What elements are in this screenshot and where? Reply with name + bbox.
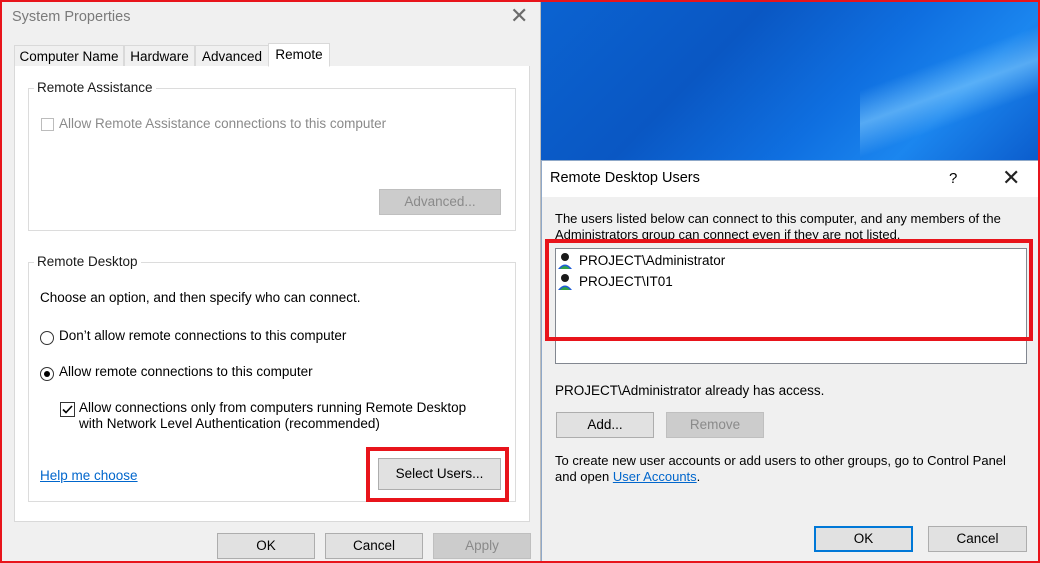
user-icon [558, 274, 572, 290]
tab-remote[interactable]: Remote [268, 43, 330, 67]
window-title: System Properties [12, 9, 131, 25]
close-icon[interactable]: ✕ [510, 5, 528, 27]
tab-advanced[interactable]: Advanced [195, 45, 269, 66]
allow-remote-label: Allow remote connections to this compute… [59, 364, 313, 379]
nla-label-line1: Allow connections only from computers ru… [79, 400, 467, 415]
nla-checkbox[interactable] [60, 402, 75, 417]
rdu-title: Remote Desktop Users [550, 170, 700, 186]
dont-allow-remote-radio[interactable] [40, 331, 54, 345]
tab-computer-name[interactable]: Computer Name [14, 45, 124, 66]
remote-assistance-legend: Remote Assistance [34, 80, 156, 95]
ok-button[interactable]: OK [217, 533, 315, 559]
rdu-cancel-button[interactable]: Cancel [928, 526, 1027, 552]
tab-hardware[interactable]: Hardware [124, 45, 195, 66]
advanced-button[interactable]: Advanced... [379, 189, 501, 215]
allow-remote-assistance-checkbox[interactable] [41, 118, 54, 131]
select-users-button[interactable]: Select Users... [378, 458, 501, 490]
rdu-description-line1: The users listed below can connect to th… [555, 211, 1001, 226]
user-name: PROJECT\IT01 [579, 274, 673, 289]
list-item[interactable]: PROJECT\Administrator [557, 252, 857, 270]
apply-button[interactable]: Apply [433, 533, 531, 559]
user-icon [558, 253, 572, 269]
system-properties-window: System Properties ✕ Computer Name Hardwa… [0, 0, 541, 563]
list-item[interactable]: PROJECT\IT01 [557, 273, 857, 291]
rdu-description-line2: Administrators group can connect even if… [555, 227, 901, 239]
allow-remote-radio[interactable] [40, 367, 54, 381]
wallpaper-light-streak [860, 0, 1040, 160]
dont-allow-remote-label: Don’t allow remote connections to this c… [59, 328, 347, 343]
footer-prefix: and open [555, 469, 613, 484]
rdu-ok-button[interactable]: OK [814, 526, 913, 552]
help-icon[interactable]: ? [949, 170, 957, 187]
remove-user-button[interactable]: Remove [666, 412, 764, 438]
remote-desktop-legend: Remote Desktop [34, 254, 141, 269]
footer-text-line1: To create new user accounts or add users… [555, 453, 1006, 468]
footer-text-line2: and open User Accounts. [555, 469, 700, 484]
nla-label-line2: with Network Level Authentication (recom… [79, 416, 380, 431]
rdu-close-icon[interactable]: ✕ [1002, 167, 1020, 189]
remote-desktop-instruction: Choose an option, and then specify who c… [40, 290, 361, 305]
allow-remote-assistance-label: Allow Remote Assistance connections to t… [59, 116, 387, 131]
footer-suffix: . [696, 469, 701, 484]
add-user-button[interactable]: Add... [556, 412, 654, 438]
cancel-button[interactable]: Cancel [325, 533, 423, 559]
help-me-choose-link[interactable]: Help me choose [40, 468, 138, 483]
user-name: PROJECT\Administrator [579, 253, 726, 268]
checkmark-icon [62, 405, 73, 414]
user-accounts-link[interactable]: User Accounts [613, 469, 697, 484]
access-note: PROJECT\Administrator already has access… [555, 383, 825, 398]
